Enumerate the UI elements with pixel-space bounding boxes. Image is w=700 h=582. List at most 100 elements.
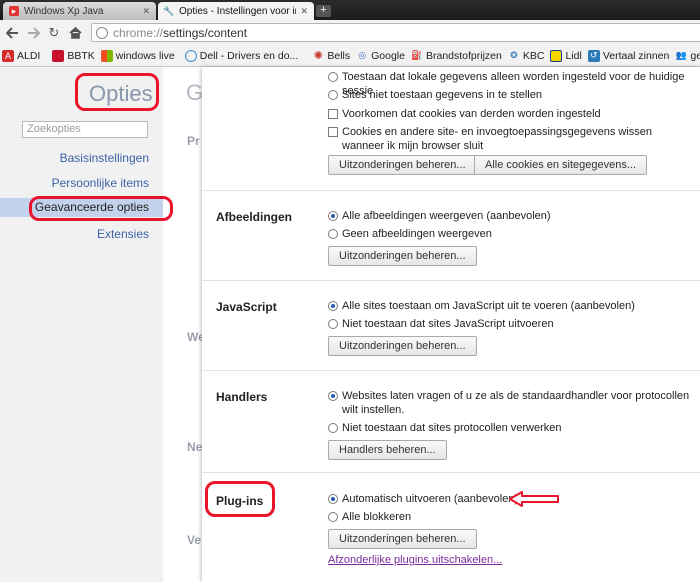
background-heading: G xyxy=(186,80,204,105)
close-icon[interactable]: ✕ xyxy=(142,6,150,17)
sidebar-item-persoonlijke-items[interactable]: Persoonlijke items xyxy=(52,176,149,190)
bookmark-label: Google xyxy=(371,49,405,62)
reload-icon: ↻ xyxy=(48,24,60,40)
checkbox[interactable] xyxy=(328,127,338,137)
option-label: Websites laten vragen of u ze als de sta… xyxy=(342,390,690,416)
page-title: Opties xyxy=(89,81,153,106)
option-label: Sites niet toestaan gegevens in te stell… xyxy=(342,89,542,101)
radio-button[interactable] xyxy=(328,494,338,504)
page-info-icon[interactable] xyxy=(96,26,108,39)
handlers-option-allow[interactable]: Websites laten vragen of u ze als de sta… xyxy=(328,389,694,417)
tab-opties[interactable]: 🔧 Opties - Instellingen voor in ✕ xyxy=(158,2,314,20)
handlers-option-block[interactable]: Niet toestaan dat sites protocollen verw… xyxy=(328,421,694,435)
address-bar[interactable]: chrome://settings/content xyxy=(91,23,700,42)
forward-button[interactable] xyxy=(24,24,42,42)
radio-button[interactable] xyxy=(328,301,338,311)
translate-icon: ↺ xyxy=(587,49,600,62)
radio-button[interactable] xyxy=(328,90,338,100)
page-icon: ▸ xyxy=(9,6,19,16)
cookie-option-block-sites[interactable]: Sites niet toestaan gegevens in te stell… xyxy=(328,88,694,102)
bookmark-dell[interactable]: Dell - Drivers en do... xyxy=(184,49,298,62)
windows-icon xyxy=(100,49,113,62)
js-option-allow-all[interactable]: Alle sites toestaan om JavaScript uit te… xyxy=(328,299,694,313)
sidebar-item-extensies[interactable]: Extensies xyxy=(97,227,149,241)
bookmark-label: Vertaal zinnen xyxy=(602,49,670,62)
plugins-exceptions-button[interactable]: Uitzonderingen beheren... xyxy=(328,529,477,549)
content-settings-overlay: Toestaan dat lokale gegevens alleen word… xyxy=(202,67,700,582)
toolbar: ↻ chrome://settings/content xyxy=(0,20,700,45)
bookmarks-bar: A ALDI BBTK windows live Dell - Drivers … xyxy=(0,45,700,67)
kbc-icon: ❂ xyxy=(510,50,518,60)
settings-sidebar: Opties Zoekopties Basisinstellingen Pers… xyxy=(0,67,163,582)
tab-strip: ▸ Windows Xp Java ✕ 🔧 Opties - Instellin… xyxy=(0,0,700,20)
bookmark-aldi[interactable]: A ALDI xyxy=(2,49,41,62)
section-handlers: Handlers Websites laten vragen of u ze a… xyxy=(202,370,700,472)
section-title: Plug-ins xyxy=(216,494,264,508)
bookmark-vertaal-zinnen[interactable]: ↺ Vertaal zinnen xyxy=(587,49,670,62)
option-label: Niet toestaan dat sites JavaScript uitvo… xyxy=(342,318,554,330)
bookmark-bells[interactable]: ✺ Bells xyxy=(312,50,350,63)
js-option-block[interactable]: Niet toestaan dat sites JavaScript uitvo… xyxy=(328,317,694,331)
bookmark-kbc[interactable]: ❂ KBC xyxy=(508,49,545,62)
bookmark-label: windows live xyxy=(115,49,175,62)
close-icon[interactable]: ✕ xyxy=(300,6,308,17)
fuel-icon: ⛽ xyxy=(411,50,423,60)
option-label: Voorkomen dat cookies van derden worden … xyxy=(342,108,601,120)
bookmark-google[interactable]: ◎ Google xyxy=(356,50,405,62)
js-exceptions-button[interactable]: Uitzonderingen beheren... xyxy=(328,336,477,356)
bookmark-brandstofprijzen[interactable]: ⛽ Brandstofprijzen xyxy=(411,49,502,62)
section-plugins: Plug-ins Automatisch uitvoeren (aanbevol… xyxy=(202,472,700,582)
new-tab-button[interactable]: + xyxy=(316,5,331,17)
bookmark-label: KBC xyxy=(522,49,545,62)
bookmark-bbtk[interactable]: BBTK xyxy=(52,49,95,62)
cookie-option-clear-on-exit[interactable]: Cookies en andere site- en invoegtoepass… xyxy=(328,125,694,153)
images-option-show-all[interactable]: Alle afbeeldingen weergeven (aanbevolen) xyxy=(328,209,694,223)
url-scheme: chrome:// xyxy=(113,25,164,40)
url-path: settings/content xyxy=(163,25,248,40)
all-cookies-button[interactable]: Alle cookies en sitegegevens... xyxy=(474,155,648,175)
bbtk-icon xyxy=(52,49,65,62)
plugins-option-block-all[interactable]: Alle blokkeren xyxy=(328,510,694,524)
manage-handlers-button[interactable]: Handlers beheren... xyxy=(328,440,447,460)
bookmark-lidl[interactable]: Lidl xyxy=(550,49,582,62)
option-label: Cookies en andere site- en invoegtoepass… xyxy=(342,126,653,152)
radio-button[interactable] xyxy=(328,229,338,239)
images-option-show-none[interactable]: Geen afbeeldingen weergeven xyxy=(328,227,694,241)
aldi-icon: A xyxy=(2,49,14,62)
option-label: Alle afbeeldingen weergeven (aanbevolen) xyxy=(342,210,551,222)
home-icon xyxy=(68,26,82,39)
bookmark-label: Brandstofprijzen xyxy=(425,49,502,62)
back-arrow-icon xyxy=(5,26,18,39)
sidebar-item-geavanceerde-opties[interactable]: Geavanceerde opties xyxy=(0,198,163,217)
section-title: Handlers xyxy=(216,390,268,404)
sidebar-item-basisinstellingen[interactable]: Basisinstellingen xyxy=(60,151,149,165)
wrench-icon: 🔧 xyxy=(163,5,175,16)
bookmark-gem[interactable]: 👥 gem xyxy=(675,50,700,62)
reload-button[interactable]: ↻ xyxy=(45,24,63,42)
search-input[interactable]: Zoekopties xyxy=(22,121,148,138)
tab-title: Windows Xp Java xyxy=(24,5,104,17)
bookmark-label: gem xyxy=(690,49,700,62)
radio-button[interactable] xyxy=(328,512,338,522)
radio-button[interactable] xyxy=(328,423,338,433)
google-icon: ◎ xyxy=(358,50,367,60)
bookmark-windows-live[interactable]: windows live xyxy=(100,49,175,62)
radio-button[interactable] xyxy=(328,211,338,221)
tab-windows-xp-java[interactable]: ▸ Windows Xp Java ✕ xyxy=(3,2,156,20)
forward-arrow-icon xyxy=(27,26,40,39)
cookie-option-block-third-party[interactable]: Voorkomen dat cookies van derden worden … xyxy=(328,107,694,121)
radio-button[interactable] xyxy=(328,72,338,82)
back-button[interactable] xyxy=(3,24,21,42)
disable-plugins-link[interactable]: Afzonderlijke plugins uitschakelen... xyxy=(328,554,502,566)
images-exceptions-button[interactable]: Uitzonderingen beheren... xyxy=(328,246,477,266)
background-label: Ve xyxy=(187,533,202,547)
bookmark-label: ALDI xyxy=(17,49,41,62)
background-label: Pr xyxy=(187,134,200,148)
checkbox[interactable] xyxy=(328,109,338,119)
option-label: Niet toestaan dat sites protocollen verw… xyxy=(342,422,562,434)
radio-button[interactable] xyxy=(328,391,338,401)
home-button[interactable] xyxy=(66,24,84,42)
option-label: Alle blokkeren xyxy=(342,511,412,523)
radio-button[interactable] xyxy=(328,319,338,329)
cookies-exceptions-button[interactable]: Uitzonderingen beheren... xyxy=(328,155,477,175)
